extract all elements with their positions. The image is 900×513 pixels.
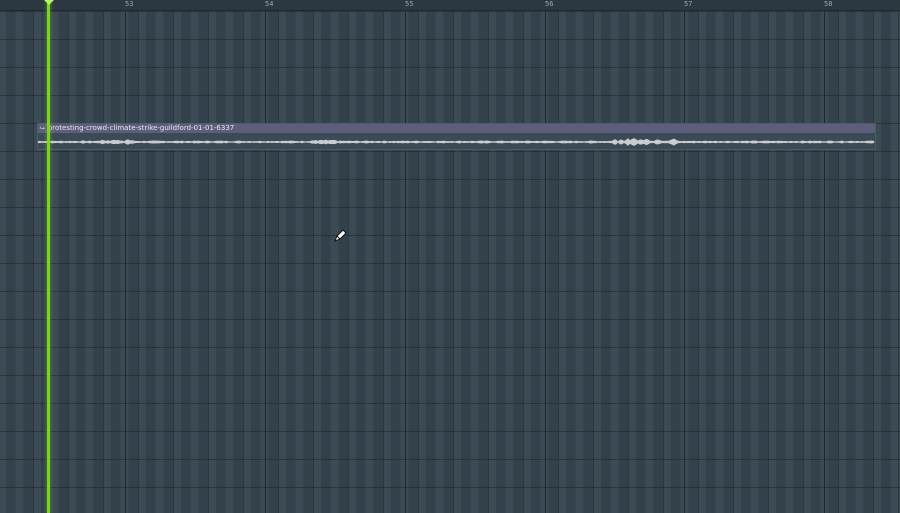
waveform [38,138,875,146]
clip-header[interactable]: ⮡ protesting-crowd-climate-strike-guildf… [38,124,875,133]
measure-line [265,11,266,513]
pencil-cursor-icon [334,229,347,242]
measure-line [545,11,546,513]
bar-number-54: 54 [265,0,274,8]
clip-title: protesting-crowd-climate-strike-guildfor… [47,124,235,132]
measure-line [684,11,685,513]
measure-line [824,11,825,513]
bar-number-55: 55 [405,0,414,8]
timeline-ruler[interactable]: 53 54 55 56 57 58 [0,0,900,11]
measure-line [405,11,406,513]
triangle-down-icon[interactable] [44,0,54,5]
clip-flag-icon[interactable]: ⮡ [40,124,45,133]
playhead[interactable] [47,0,50,513]
bar-number-57: 57 [684,0,693,8]
bar-number-53: 53 [125,0,134,8]
measure-line [125,11,126,513]
bar-number-58: 58 [824,0,833,8]
bar-number-56: 56 [545,0,554,8]
audio-clip[interactable]: ⮡ protesting-crowd-climate-strike-guildf… [37,123,876,150]
playlist-grid[interactable] [0,11,900,513]
